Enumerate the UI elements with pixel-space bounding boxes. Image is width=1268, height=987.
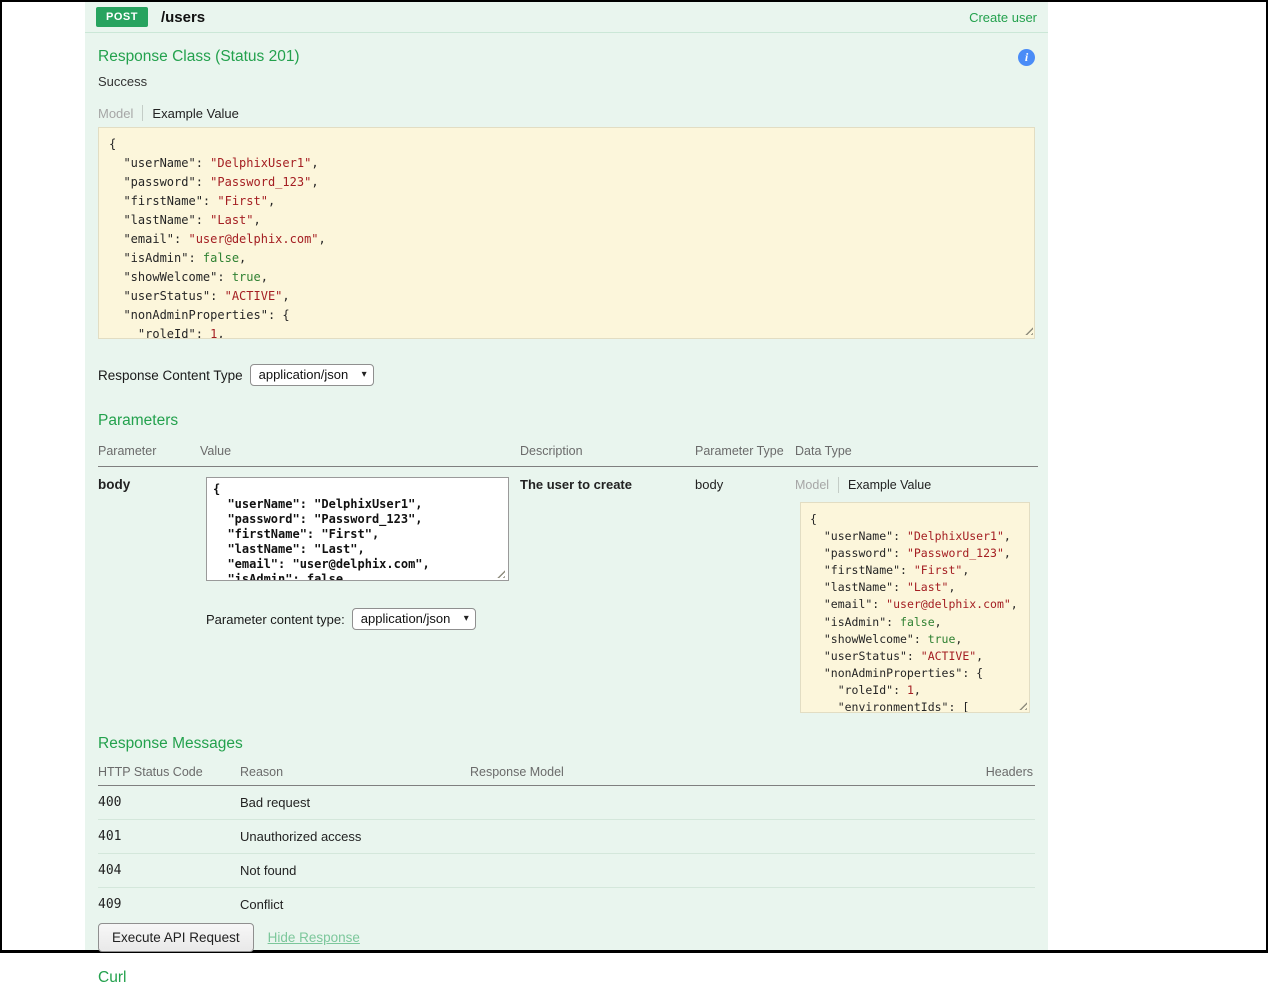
curl-heading: Curl — [98, 969, 1035, 987]
hide-response-link[interactable]: Hide Response — [268, 930, 360, 945]
endpoint-path: /users — [161, 9, 205, 26]
status-model — [470, 854, 880, 888]
status-code: 404 — [98, 854, 240, 888]
code-line: "userName": "DelphixUser1", — [810, 528, 1020, 545]
code-line: "showWelcome": true, — [810, 631, 1020, 648]
parameter-content-type-label: Parameter content type: — [206, 612, 345, 627]
operation-content: Response Class (Status 201) i Success Mo… — [85, 48, 1048, 987]
code-line: "firstName": "First", — [810, 562, 1020, 579]
operation-header[interactable]: POST /users Create user — [85, 2, 1048, 33]
col-description: Description — [520, 440, 695, 467]
code-line: "lastName": "Last", — [109, 211, 1024, 230]
param-example-snippet: { "userName": "DelphixUser1", "password"… — [800, 502, 1030, 713]
code-line: "lastName": "Last", — [810, 579, 1020, 596]
tab-model[interactable]: Model — [98, 106, 142, 121]
api-operation-block: POST /users Create user Response Class (… — [85, 2, 1048, 950]
tab-example-value[interactable]: Example Value — [143, 106, 238, 121]
parameters-heading: Parameters — [98, 412, 1035, 430]
parameters-table: Parameter Value Description Parameter Ty… — [98, 440, 1035, 713]
status-model — [470, 786, 880, 820]
status-model — [470, 888, 880, 921]
col-parameter-type: Parameter Type — [695, 440, 795, 467]
info-icon[interactable]: i — [1018, 49, 1035, 66]
status-reason: Not found — [240, 854, 470, 888]
col-data-type: Data Type — [795, 440, 1038, 467]
col-parameter: Parameter — [98, 440, 200, 467]
status-code: 401 — [98, 820, 240, 854]
code-line: "password": "Password_123", — [109, 173, 1024, 192]
code-line: "email": "user@delphix.com", — [109, 230, 1024, 249]
http-method-badge: POST — [96, 7, 148, 27]
code-line: "nonAdminProperties": { — [810, 665, 1020, 682]
col-headers: Headers — [880, 761, 1035, 786]
col-http-status-code: HTTP Status Code — [98, 761, 240, 786]
status-headers — [880, 854, 1035, 888]
code-line: "email": "user@delphix.com", — [810, 596, 1020, 613]
param-value-cell: { "userName": "DelphixUser1", "password"… — [200, 467, 520, 713]
status-headers — [880, 820, 1035, 854]
code-line: "nonAdminProperties": { — [109, 306, 1024, 325]
param-name-body: body — [98, 467, 200, 713]
param-type: body — [695, 467, 795, 713]
param-data-type-cell: Model Example Value { "userName": "Delph… — [795, 467, 1038, 713]
execute-api-request-button[interactable]: Execute API Request — [98, 923, 254, 952]
code-line: "isAdmin": false, — [109, 249, 1024, 268]
response-messages-heading: Response Messages — [98, 735, 1035, 753]
code-line: "firstName": "First", — [109, 192, 1024, 211]
response-example-snippet: { "userName": "DelphixUser1", "password"… — [98, 127, 1035, 339]
tab-example-value[interactable]: Example Value — [839, 478, 931, 492]
code-line: "isAdmin": false, — [810, 614, 1020, 631]
body-parameter-textarea[interactable]: { "userName": "DelphixUser1", "password"… — [206, 477, 509, 581]
col-response-model: Response Model — [470, 761, 880, 786]
tab-model[interactable]: Model — [795, 478, 838, 492]
code-line: "showWelcome": true, — [109, 268, 1024, 287]
code-line: { — [810, 511, 1020, 528]
code-line: "password": "Password_123", — [810, 545, 1020, 562]
status-headers — [880, 888, 1035, 921]
response-class-tabs: Model Example Value — [98, 105, 1035, 121]
status-reason: Conflict — [240, 888, 470, 921]
code-line: "userStatus": "ACTIVE", — [810, 648, 1020, 665]
response-messages-table: HTTP Status Code Reason Response Model H… — [98, 761, 1035, 921]
code-line: "roleId": 1, — [109, 325, 1024, 339]
status-code: 409 — [98, 888, 240, 921]
param-description: The user to create — [520, 467, 695, 713]
response-content-type-select[interactable]: application/json — [250, 364, 374, 386]
response-content-type-label: Response Content Type — [98, 368, 243, 383]
data-type-tabs: Model Example Value — [795, 477, 1030, 493]
status-headers — [880, 786, 1035, 820]
status-reason: Bad request — [240, 786, 470, 820]
col-value: Value — [200, 440, 520, 467]
parameter-content-type-select[interactable]: application/json — [352, 608, 476, 630]
code-line: { — [109, 135, 1024, 154]
col-reason: Reason — [240, 761, 470, 786]
status-model — [470, 820, 880, 854]
code-line: "roleId": 1, — [810, 682, 1020, 699]
code-line: "environmentIds": [ — [810, 699, 1020, 713]
response-class-subtitle: Success — [98, 74, 1035, 89]
code-line: "userName": "DelphixUser1", — [109, 154, 1024, 173]
status-reason: Unauthorized access — [240, 820, 470, 854]
create-user-link[interactable]: Create user — [969, 10, 1037, 25]
code-line: "userStatus": "ACTIVE", — [109, 287, 1024, 306]
response-class-heading: Response Class (Status 201) — [98, 48, 300, 66]
status-code: 400 — [98, 786, 240, 820]
